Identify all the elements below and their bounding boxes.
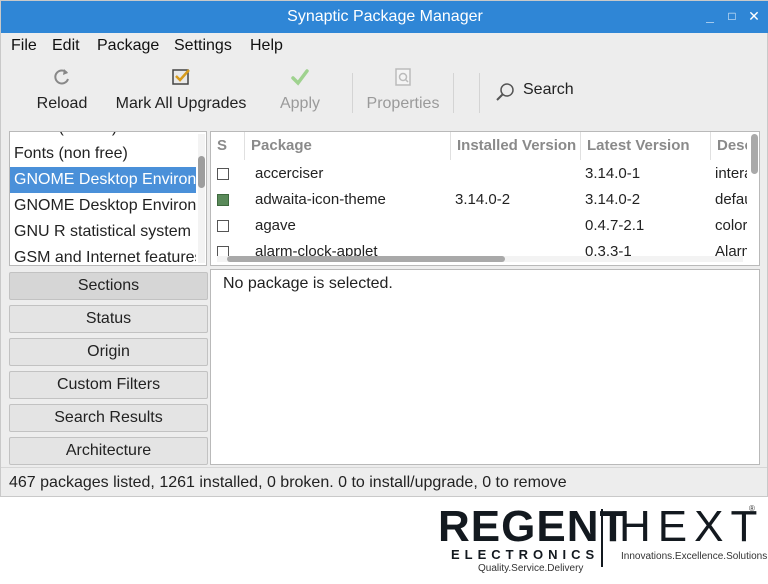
description: interactive accessibility explorer [715,165,747,182]
status-bar: 467 packages listed, 1261 installed, 0 b… [1,467,767,497]
mark-all-upgrades-label: Mark All Upgrades [115,95,247,112]
maximize-button[interactable]: □ [723,7,741,25]
filter-origin-button[interactable]: Origin [9,338,208,366]
description: colorscheme designer [715,217,747,234]
apply-check-icon [291,69,309,86]
toolbar: Reload Mark All Upgrades Apply Propertie… [1,59,767,127]
toolbar-separator [453,73,454,113]
filter-status-button[interactable]: Status [9,305,208,333]
menu-bar: File Edit Package Settings Help [1,33,767,59]
installed-version [455,213,575,239]
package-details-pane: No package is selected. [210,269,760,465]
filter-search-results-button[interactable]: Search Results [9,404,208,432]
package-table: S Package Installed Version Latest Versi… [210,131,760,266]
close-button[interactable]: ✕ [745,7,763,25]
regent-logo-subtitle: ELECTRONICS [451,547,600,562]
latest-version: 0.4.7-2.1 [585,217,645,234]
properties-icon [395,68,411,86]
scrollbar-thumb[interactable] [198,156,205,188]
filter-custom-filters-button[interactable]: Custom Filters [9,371,208,399]
properties-label: Properties [366,95,440,112]
list-item[interactable]: GNU R statistical system [10,219,196,245]
scrollbar-thumb[interactable] [227,256,505,262]
list-item[interactable]: Fonts (non free) [10,141,196,167]
installed-version: 3.14.0-2 [455,191,511,208]
title-bar[interactable]: Synaptic Package Manager _ □ ✕ [1,1,768,33]
list-item[interactable]: GSM and Internet features [10,245,196,265]
toolbar-separator [352,73,353,113]
menu-settings[interactable]: Settings [174,37,232,55]
sections-scrollbar[interactable] [198,134,205,263]
installed-version [455,161,575,187]
column-header-latest-version[interactable]: Latest Version [581,132,711,160]
menu-package[interactable]: Package [97,37,159,55]
filter-sections-button[interactable]: Sections [9,272,208,300]
no-selection-message: No package is selected. [223,275,393,292]
column-header-status[interactable]: S [211,132,245,160]
mark-all-upgrades-button[interactable]: Mark All Upgrades [111,61,251,125]
menu-file[interactable]: File [11,37,37,55]
status-text: 467 packages listed, 1261 installed, 0 b… [9,474,567,491]
minimize-button[interactable]: _ [701,7,719,25]
list-item[interactable]: GNOME Desktop Environme [10,193,196,219]
package-status-checkbox[interactable] [217,194,229,206]
search-icon [496,83,514,101]
filter-architecture-button[interactable]: Architecture [9,437,208,465]
package-horizontal-scrollbar[interactable] [217,256,743,262]
regent-logo: REGENT [438,502,628,551]
reload-button[interactable]: Reload [31,61,93,125]
column-header-description[interactable]: Description [711,132,747,160]
table-row[interactable]: agave 0.4.7-2.1 colorscheme designer [211,213,751,239]
list-item-selected[interactable]: GNOME Desktop Environme [10,167,196,193]
reload-label: Reload [36,95,88,112]
description: default icon theme of GNOME [715,191,747,208]
package-name: agave [255,217,296,234]
window-title: Synaptic Package Manager [287,8,483,25]
package-name: adwaita-icon-theme [255,191,386,208]
hext-tagline: Innovations.Excellence.Solutions [621,551,768,562]
column-header-package[interactable]: Package [245,132,451,160]
footer-logos: REGENT ELECTRONICS Quality.Service.Deliv… [0,497,768,584]
regent-tagline: Quality.Service.Delivery [478,563,584,574]
column-header-installed-version[interactable]: Installed Version [451,132,581,160]
list-item[interactable]: Fonts (contrib) [10,132,196,141]
reload-icon [54,69,69,85]
package-vertical-scrollbar[interactable] [751,134,758,184]
table-row[interactable]: accerciser 3.14.0-1 interactive accessib… [211,161,751,187]
hext-registered-mark: ® [749,504,755,513]
hext-logo: HEXT [619,502,765,551]
scrollbar-thumb[interactable] [751,134,758,174]
apply-button[interactable]: Apply [273,61,327,125]
package-status-checkbox[interactable] [217,220,229,232]
mark-upgrades-icon [172,69,190,85]
table-row[interactable]: adwaita-icon-theme 3.14.0-2 3.14.0-2 def… [211,187,751,213]
latest-version: 3.14.0-2 [585,191,641,208]
toolbar-separator [479,73,480,113]
properties-button[interactable]: Properties [363,61,443,125]
sections-list[interactable]: Fonts (contrib) Fonts (non free) GNOME D… [9,131,207,266]
apply-label: Apply [279,95,321,112]
package-name: accerciser [255,165,324,182]
latest-version: 3.14.0-1 [585,165,641,182]
package-status-checkbox[interactable] [217,168,229,180]
menu-help[interactable]: Help [250,37,283,55]
search-label: Search [523,81,574,98]
logo-divider [601,509,603,567]
menu-edit[interactable]: Edit [52,37,80,55]
synaptic-window: Synaptic Package Manager _ □ ✕ File Edit… [0,0,768,497]
